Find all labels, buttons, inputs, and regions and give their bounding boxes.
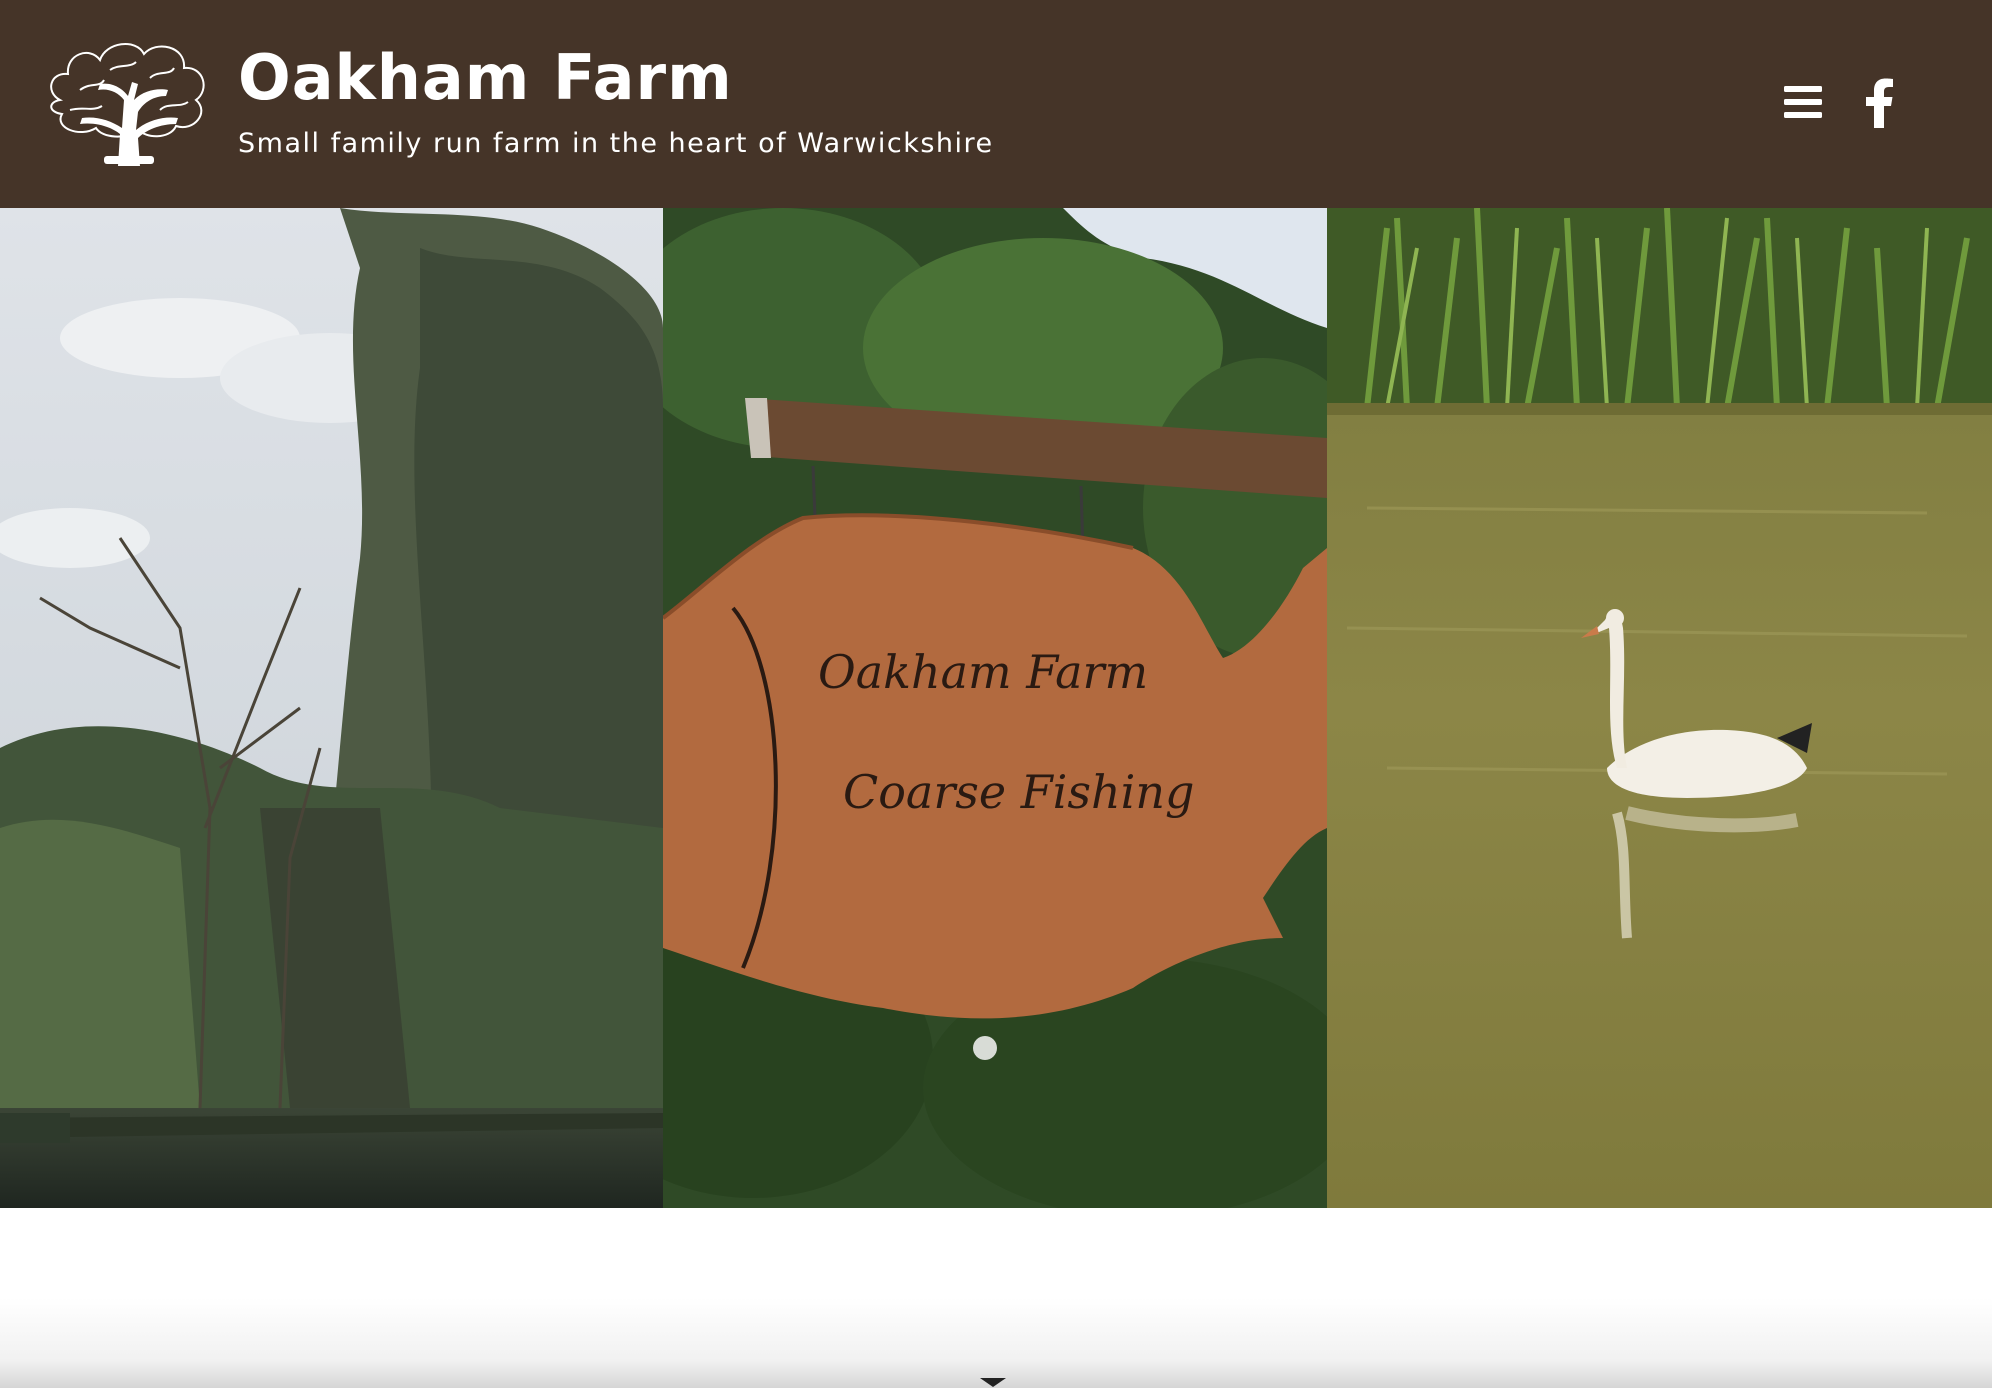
hamburger-menu-icon[interactable] [1784,84,1822,120]
chevron-down-icon[interactable] [978,1378,1008,1388]
page-bottom [0,1208,1992,1388]
sign-text-line1: Oakham Farm [818,645,1148,699]
sign-text-line2: Coarse Fishing [843,765,1194,819]
photo-fishing-sign[interactable]: Oakham Farm Coarse Fishing [663,208,1327,1208]
photo-gallery: Oakham Farm Coarse Fishing [0,208,1992,1208]
site-header: Oakham Farm Small family run farm in the… [0,0,1992,208]
facebook-icon[interactable] [1864,78,1894,128]
site-title[interactable]: Oakham Farm [238,38,733,118]
site-tagline: Small family run farm in the heart of Wa… [238,128,994,159]
photo-trees-by-pond[interactable] [0,208,663,1208]
photo-swan-on-pond[interactable] [1327,208,1992,1208]
oak-tree-icon[interactable] [40,30,214,166]
